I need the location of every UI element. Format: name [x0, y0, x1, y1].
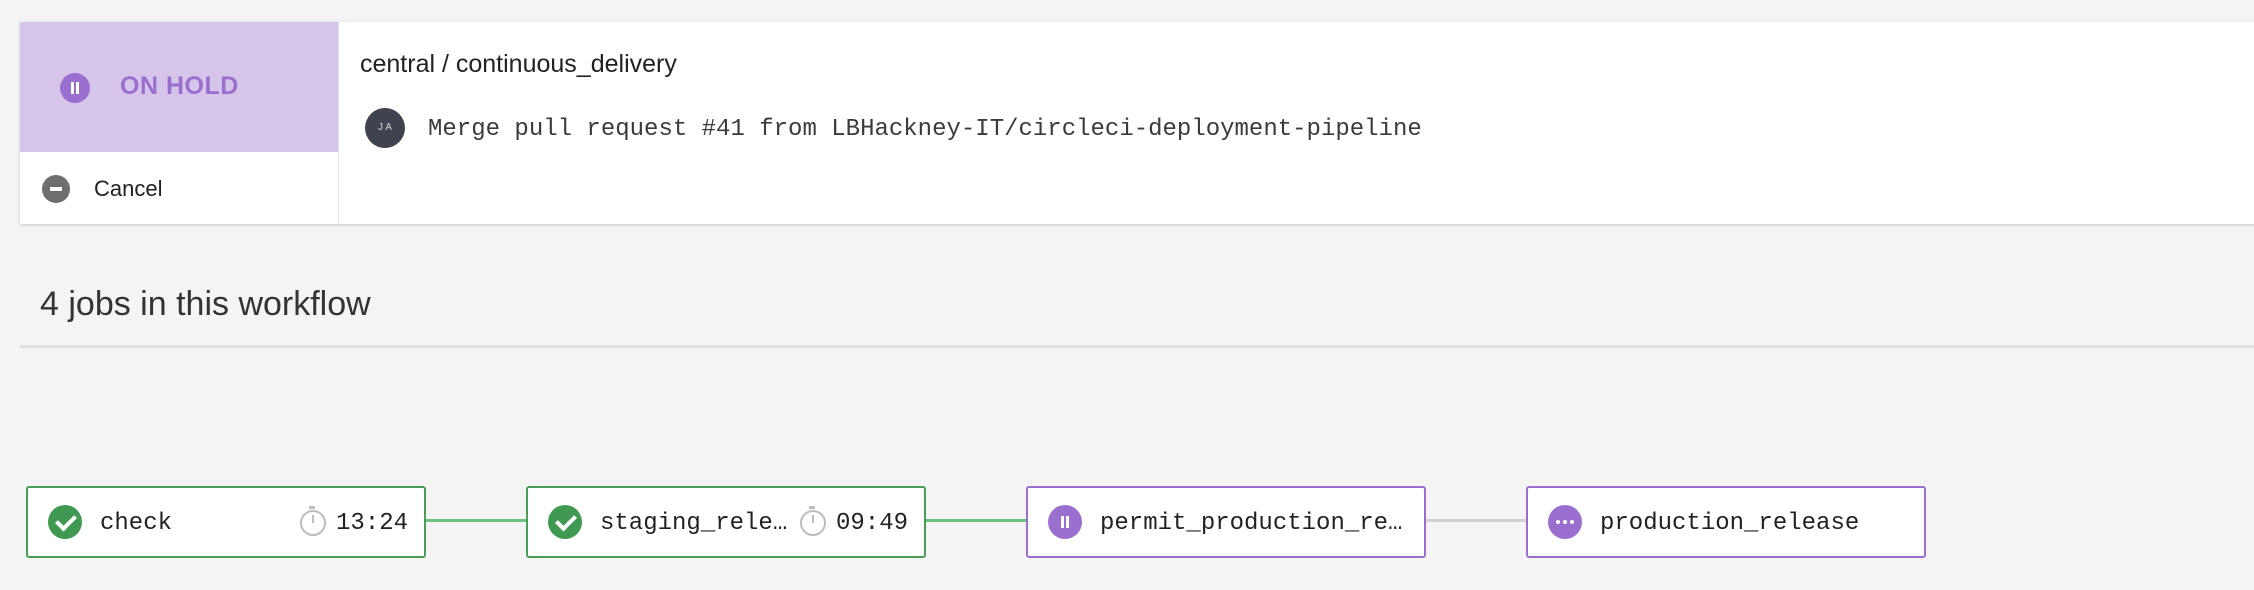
avatar: J A: [365, 108, 405, 148]
job-name: check: [100, 510, 173, 537]
divider: [20, 345, 2254, 348]
pause-icon: [1048, 505, 1082, 539]
job-duration: 13:24: [336, 510, 409, 537]
job-name: staging_rele…: [600, 510, 788, 537]
success-check-icon: [548, 505, 582, 539]
cancel-icon: [42, 175, 70, 203]
jobs-heading: 4 jobs in this workflow: [40, 285, 371, 323]
status-badge: ON HOLD: [20, 22, 338, 152]
more-dots-icon: [1548, 505, 1582, 539]
job-duration: 09:49: [836, 510, 909, 537]
workflow-card: ON HOLD Cancel central / continuous_deli…: [20, 22, 2254, 224]
cancel-label: Cancel: [94, 176, 163, 201]
cancel-button[interactable]: Cancel: [20, 152, 338, 224]
job-check[interactable]: check 13:24: [26, 486, 426, 558]
job-connector: [926, 519, 1028, 522]
commit-message[interactable]: Merge pull request #41 from LBHackney-IT…: [428, 116, 1422, 143]
job-permit-production-release[interactable]: permit_production_re…: [1026, 486, 1426, 558]
project-title[interactable]: central / continuous_delivery: [360, 50, 677, 79]
job-connector: [426, 519, 528, 522]
stopwatch-icon: [798, 506, 828, 536]
job-name: production_release: [1600, 510, 1860, 537]
stopwatch-icon: [298, 506, 328, 536]
status-label: ON HOLD: [120, 72, 239, 100]
success-check-icon: [48, 505, 82, 539]
job-name: permit_production_re…: [1100, 510, 1403, 537]
workflow-status-panel: ON HOLD Cancel: [20, 22, 339, 224]
job-connector: [1426, 519, 1528, 522]
job-production-release[interactable]: production_release: [1526, 486, 1926, 558]
job-staging-release[interactable]: staging_rele… 09:49: [526, 486, 926, 558]
pause-icon: [60, 73, 90, 103]
